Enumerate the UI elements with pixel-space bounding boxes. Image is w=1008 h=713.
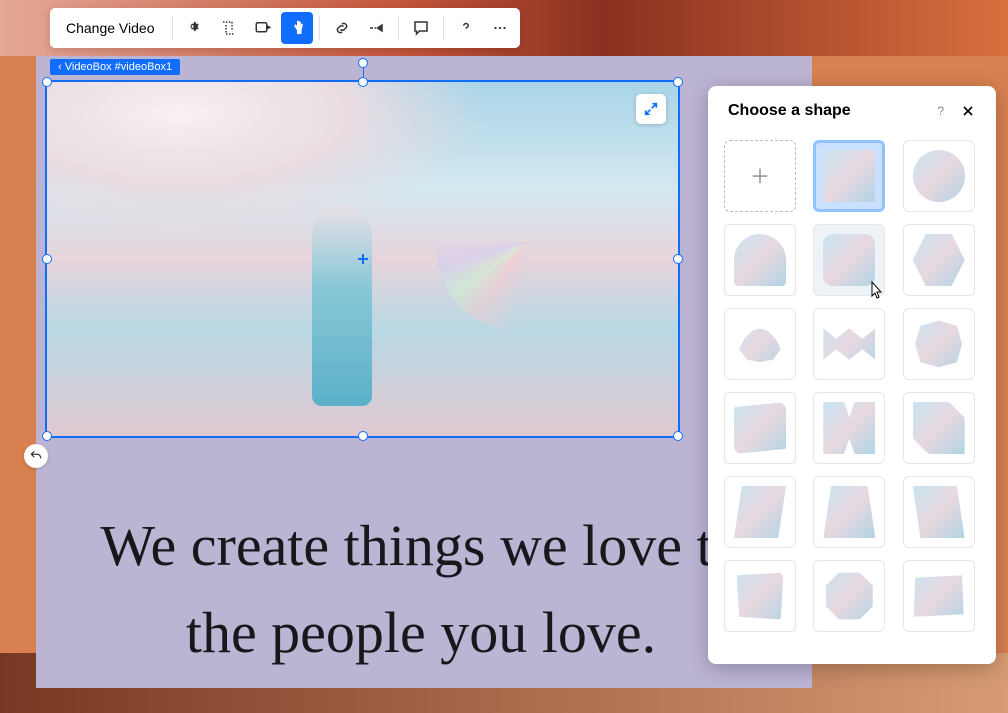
plus-icon [749,165,771,187]
shape-thumb [823,402,875,454]
shape-option-arch[interactable] [724,224,796,296]
shape-thumb [913,234,965,286]
shape-grid [724,140,980,632]
shape-thumb [913,402,965,454]
panel-help-button[interactable]: ? [937,104,944,118]
shape-thumb [823,570,875,622]
shape-option-torn[interactable] [903,560,975,632]
shape-option-rounded[interactable] [813,224,885,296]
shape-thumb [823,150,875,202]
shape-thumb [734,486,786,538]
shape-option-brush[interactable] [724,560,796,632]
close-icon [960,103,976,119]
shape-option-trap[interactable] [813,476,885,548]
resize-handle-l[interactable] [42,254,52,264]
shape-option-zigzag[interactable] [813,308,885,380]
panel-close-button[interactable] [960,103,976,119]
gear-icon [186,19,204,37]
resize-handle-tl[interactable] [42,77,52,87]
crop-button[interactable] [213,12,245,44]
shape-option-pinch[interactable] [813,392,885,464]
panel-header: Choose a shape ? [708,86,996,132]
shape-thumb [823,318,875,370]
more-icon [491,19,509,37]
animation-icon [367,19,385,37]
separator [443,16,444,40]
shape-option-para1[interactable] [724,476,796,548]
expand-icon [643,101,659,117]
hand-icon [288,19,306,37]
comment-icon [412,19,430,37]
undo-button[interactable] [24,444,48,468]
separator [319,16,320,40]
resize-handle-tr[interactable] [673,77,683,87]
video-box[interactable] [45,80,680,438]
undo-icon [29,449,43,463]
shape-scroll[interactable] [708,132,996,664]
link-icon [333,19,351,37]
separator [172,16,173,40]
resize-handle-b[interactable] [358,431,368,441]
shape-button[interactable] [281,12,313,44]
shape-option-circle[interactable] [903,140,975,212]
more-button[interactable] [484,12,516,44]
shape-option-curved[interactable] [903,392,975,464]
video-cloud-graphic [47,82,489,241]
expand-button[interactable] [636,94,666,124]
rotate-handle[interactable] [358,58,368,68]
link-button[interactable] [326,12,358,44]
shape-option-splatter[interactable] [813,560,885,632]
shape-option-cloud[interactable] [724,308,796,380]
shape-thumb [913,150,965,202]
resize-handle-bl[interactable] [42,431,52,441]
help-button[interactable] [450,12,482,44]
shape-thumb [913,486,965,538]
help-icon [457,19,475,37]
shape-option-rect[interactable] [813,140,885,212]
shape-option-blob[interactable] [903,308,975,380]
panel-title: Choose a shape [728,102,851,120]
animation-button[interactable] [360,12,392,44]
separator [398,16,399,40]
shape-option-hex[interactable] [903,224,975,296]
shape-thumb [823,234,875,286]
toolbar: Change Video [50,8,520,48]
shape-thumb [734,234,786,286]
shape-option-wave[interactable] [724,392,796,464]
shape-panel: Choose a shape ? [708,86,996,664]
shape-thumb [734,570,786,622]
settings-button[interactable] [179,12,211,44]
comment-button[interactable] [405,12,437,44]
mask-button[interactable] [247,12,279,44]
resize-handle-t[interactable] [358,77,368,87]
shape-thumb [913,318,965,370]
crop-icon [220,19,238,37]
shape-thumb [823,486,875,538]
change-video-button[interactable]: Change Video [54,12,166,44]
heading-text[interactable]: We create things we love to the people y… [96,502,746,676]
center-indicator [358,254,368,264]
resize-handle-br[interactable] [673,431,683,441]
selection-label[interactable]: VideoBox #videoBox1 [50,59,180,75]
mask-icon [254,19,272,37]
shape-thumb [913,570,965,622]
shape-option-add[interactable] [724,140,796,212]
resize-handle-r[interactable] [673,254,683,264]
shape-option-para2[interactable] [903,476,975,548]
shape-thumb [734,318,786,370]
video-figure-graphic [312,206,372,406]
shape-thumb [734,402,786,454]
